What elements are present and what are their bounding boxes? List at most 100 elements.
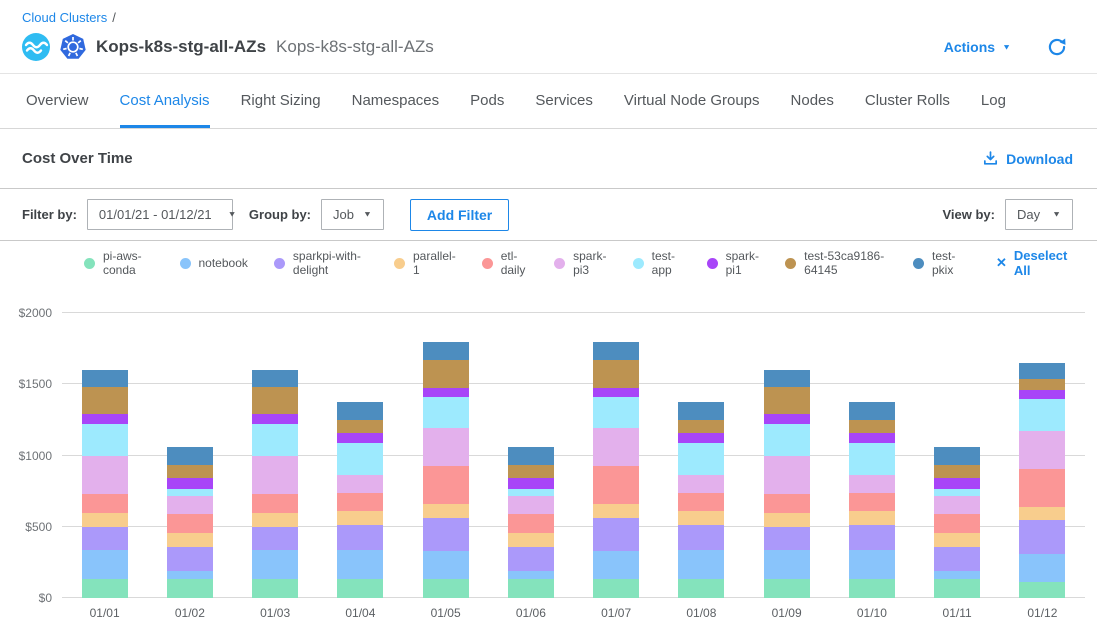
bar-segment-etl-daily[interactable] <box>1019 469 1065 507</box>
group-by-dropdown[interactable]: Job▼ <box>321 199 384 230</box>
bar-01-05[interactable] <box>423 313 469 598</box>
bar-segment-notebook[interactable] <box>508 571 554 580</box>
bar-segment-sparkpi-with-delight[interactable] <box>764 527 810 551</box>
legend-item-spark-pi1[interactable]: spark-pi1 <box>707 249 760 277</box>
legend-item-test-53ca9186-64145[interactable]: test-53ca9186-64145 <box>785 249 887 277</box>
bar-segment-test-pkix[interactable] <box>167 447 213 465</box>
legend-item-parallel-1[interactable]: parallel-1 <box>394 249 456 277</box>
bar-segment-sparkpi-with-delight[interactable] <box>849 525 895 551</box>
bar-segment-parallel-1[interactable] <box>337 511 383 525</box>
legend-item-notebook[interactable]: notebook <box>180 256 248 270</box>
bar-segment-sparkpi-with-delight[interactable] <box>252 527 298 551</box>
tab-nodes[interactable]: Nodes <box>791 74 834 128</box>
bar-segment-parallel-1[interactable] <box>82 513 128 527</box>
bar-segment-test-app[interactable] <box>764 424 810 455</box>
bar-segment-test-53ca9186-64145[interactable] <box>934 465 980 479</box>
bar-segment-pi-aws-conda[interactable] <box>167 579 213 598</box>
bar-segment-sparkpi-with-delight[interactable] <box>678 525 724 551</box>
bar-segment-pi-aws-conda[interactable] <box>678 579 724 598</box>
tab-virtual-node-groups[interactable]: Virtual Node Groups <box>624 74 760 128</box>
bar-segment-notebook[interactable] <box>678 550 724 579</box>
bar-segment-test-53ca9186-64145[interactable] <box>82 387 128 414</box>
bar-segment-etl-daily[interactable] <box>423 466 469 504</box>
bar-segment-pi-aws-conda[interactable] <box>82 579 128 598</box>
bar-segment-spark-pi1[interactable] <box>764 414 810 424</box>
bar-01-02[interactable] <box>167 313 213 598</box>
bar-segment-notebook[interactable] <box>423 551 469 580</box>
tab-services[interactable]: Services <box>535 74 593 128</box>
legend-item-pi-aws-conda[interactable]: pi-aws-conda <box>84 249 154 277</box>
bar-segment-spark-pi3[interactable] <box>337 475 383 493</box>
view-by-dropdown[interactable]: Day▼ <box>1005 199 1073 230</box>
legend-item-test-app[interactable]: test-app <box>633 249 681 277</box>
bar-segment-test-53ca9186-64145[interactable] <box>593 360 639 388</box>
bar-segment-test-pkix[interactable] <box>423 342 469 361</box>
bar-segment-test-app[interactable] <box>1019 399 1065 430</box>
bar-segment-pi-aws-conda[interactable] <box>1019 582 1065 598</box>
bar-segment-pi-aws-conda[interactable] <box>934 579 980 598</box>
bar-segment-sparkpi-with-delight[interactable] <box>423 518 469 551</box>
bar-segment-spark-pi1[interactable] <box>423 388 469 397</box>
date-range-dropdown[interactable]: 01/01/21 - 01/12/21▼ <box>87 199 233 230</box>
bar-segment-spark-pi3[interactable] <box>593 428 639 466</box>
bar-segment-sparkpi-with-delight[interactable] <box>337 525 383 551</box>
bar-segment-notebook[interactable] <box>764 550 810 579</box>
bar-segment-spark-pi1[interactable] <box>1019 390 1065 399</box>
legend-item-test-pkix[interactable]: test-pkix <box>913 249 962 277</box>
bar-segment-test-pkix[interactable] <box>82 370 128 387</box>
bar-segment-spark-pi1[interactable] <box>678 433 724 443</box>
bar-01-08[interactable] <box>678 313 724 598</box>
bar-segment-test-app[interactable] <box>337 443 383 475</box>
bar-segment-test-app[interactable] <box>82 424 128 455</box>
bar-segment-notebook[interactable] <box>82 550 128 579</box>
bar-segment-parallel-1[interactable] <box>678 511 724 525</box>
bar-segment-pi-aws-conda[interactable] <box>252 579 298 598</box>
bar-segment-test-app[interactable] <box>934 489 980 496</box>
bar-segment-spark-pi1[interactable] <box>82 414 128 424</box>
bar-segment-test-53ca9186-64145[interactable] <box>764 387 810 414</box>
bar-segment-spark-pi3[interactable] <box>764 456 810 494</box>
bar-segment-test-53ca9186-64145[interactable] <box>508 465 554 479</box>
bar-01-09[interactable] <box>764 313 810 598</box>
bar-segment-spark-pi3[interactable] <box>1019 431 1065 469</box>
bar-segment-test-53ca9186-64145[interactable] <box>423 360 469 388</box>
bar-segment-sparkpi-with-delight[interactable] <box>593 518 639 551</box>
bar-segment-sparkpi-with-delight[interactable] <box>82 527 128 551</box>
bar-segment-parallel-1[interactable] <box>849 511 895 525</box>
bar-segment-etl-daily[interactable] <box>167 514 213 533</box>
bar-segment-spark-pi3[interactable] <box>423 428 469 466</box>
bar-segment-test-pkix[interactable] <box>849 402 895 420</box>
deselect-all-button[interactable]: ✕ Deselect All <box>996 248 1073 278</box>
bar-segment-test-app[interactable] <box>167 489 213 496</box>
bar-01-07[interactable] <box>593 313 639 598</box>
tab-right-sizing[interactable]: Right Sizing <box>241 74 321 128</box>
tab-pods[interactable]: Pods <box>470 74 504 128</box>
tab-log[interactable]: Log <box>981 74 1006 128</box>
bar-segment-test-pkix[interactable] <box>337 402 383 420</box>
bar-01-01[interactable] <box>82 313 128 598</box>
bar-segment-spark-pi1[interactable] <box>934 478 980 489</box>
bar-segment-pi-aws-conda[interactable] <box>337 579 383 598</box>
bar-segment-etl-daily[interactable] <box>764 494 810 513</box>
download-button[interactable]: Download <box>982 150 1073 167</box>
bar-segment-spark-pi1[interactable] <box>252 414 298 424</box>
bar-segment-notebook[interactable] <box>1019 554 1065 583</box>
bar-segment-sparkpi-with-delight[interactable] <box>508 547 554 571</box>
bar-segment-test-53ca9186-64145[interactable] <box>678 420 724 434</box>
bar-segment-parallel-1[interactable] <box>593 504 639 518</box>
bar-segment-etl-daily[interactable] <box>849 493 895 511</box>
bar-segment-spark-pi1[interactable] <box>337 433 383 443</box>
bar-segment-test-53ca9186-64145[interactable] <box>252 387 298 414</box>
bar-segment-spark-pi1[interactable] <box>167 478 213 489</box>
legend-item-etl-daily[interactable]: etl-daily <box>482 249 528 277</box>
bar-segment-test-pkix[interactable] <box>593 342 639 361</box>
bar-segment-test-53ca9186-64145[interactable] <box>849 420 895 434</box>
bar-segment-test-53ca9186-64145[interactable] <box>1019 379 1065 390</box>
bar-01-03[interactable] <box>252 313 298 598</box>
refresh-button[interactable] <box>1047 37 1067 57</box>
bar-segment-parallel-1[interactable] <box>167 533 213 547</box>
bar-segment-etl-daily[interactable] <box>252 494 298 513</box>
bar-segment-pi-aws-conda[interactable] <box>849 579 895 598</box>
bar-segment-parallel-1[interactable] <box>508 533 554 547</box>
bar-segment-spark-pi3[interactable] <box>678 475 724 493</box>
